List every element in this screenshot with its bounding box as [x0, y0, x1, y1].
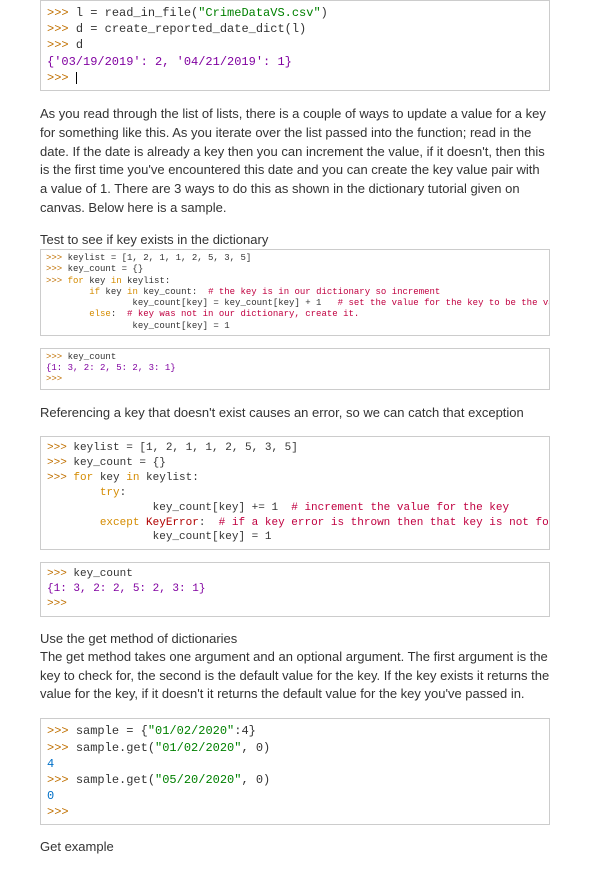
- code-text: key: [93, 472, 126, 484]
- code-text: key_count: [68, 352, 117, 362]
- prompt: >>>: [47, 741, 76, 755]
- code-text: d = create_reported_date_dict(l): [76, 22, 306, 36]
- code-block-6: >>> sample = {"01/02/2020":4} >>> sample…: [40, 718, 550, 825]
- comment: # if a key error is thrown then that key…: [219, 517, 550, 529]
- comment: # the key is in our dictionary so increm…: [208, 287, 440, 297]
- prompt: >>>: [47, 38, 76, 52]
- code-text: :: [120, 487, 127, 499]
- indent: [47, 502, 153, 514]
- prompt: >>>: [47, 6, 76, 20]
- keyword: in: [111, 276, 122, 286]
- code-block-1: >>> l = read_in_file("CrimeDataVS.csv") …: [40, 0, 550, 91]
- keyword: else: [89, 309, 111, 319]
- section-heading: Test to see if key exists in the diction…: [40, 232, 550, 247]
- prompt: >>>: [46, 352, 68, 362]
- code-block-3: >>> key_count {1: 3, 2: 2, 5: 2, 3: 1} >…: [40, 348, 550, 390]
- code-text: key_count:: [138, 287, 208, 297]
- prompt: >>>: [46, 374, 68, 384]
- code-text: key_count: [73, 568, 132, 580]
- code-block-5: >>> key_count {1: 3, 2: 2, 5: 2, 3: 1} >…: [40, 562, 550, 617]
- indent: [46, 287, 89, 297]
- indent: [46, 321, 132, 331]
- prompt: >>>: [46, 276, 68, 286]
- prompt: >>>: [47, 724, 76, 738]
- output-text: {1: 3, 2: 2, 5: 2, 3: 1}: [46, 363, 176, 373]
- prompt: >>>: [47, 71, 76, 85]
- comment: # key was not in our dictionary, create …: [127, 309, 359, 319]
- indent: [47, 487, 100, 499]
- prompt: >>>: [47, 442, 73, 454]
- code-text: :: [199, 517, 219, 529]
- code-block-2: >>> keylist = [1, 2, 1, 1, 2, 5, 3, 5] >…: [40, 249, 550, 336]
- text-cursor: [76, 72, 77, 84]
- code-text: key_count = {}: [73, 457, 165, 469]
- code-text: :: [111, 309, 127, 319]
- code-text: keylist = [1, 2, 1, 1, 2, 5, 3, 5]: [73, 442, 297, 454]
- indent: [47, 531, 153, 543]
- string-literal: "05/20/2020": [155, 773, 241, 787]
- section-heading: Use the get method of dictionaries: [40, 631, 550, 646]
- code-text: key: [84, 276, 111, 286]
- prompt: >>>: [46, 253, 68, 263]
- prompt: >>>: [47, 22, 76, 36]
- keyword: in: [127, 287, 138, 297]
- code-block-4: >>> keylist = [1, 2, 1, 1, 2, 5, 3, 5] >…: [40, 436, 550, 550]
- code-text: key_count[key] = 1: [132, 321, 229, 331]
- string-literal: "01/02/2020": [148, 724, 234, 738]
- string-literal: "CrimeDataVS.csv": [198, 6, 320, 20]
- code-text: keylist = [1, 2, 1, 1, 2, 5, 3, 5]: [68, 253, 252, 263]
- code-text: keylist:: [122, 276, 171, 286]
- code-text: d: [76, 38, 83, 52]
- code-text: :4}: [234, 724, 256, 738]
- indent: [46, 309, 89, 319]
- keyword: except: [100, 517, 140, 529]
- keyword: try: [100, 487, 120, 499]
- output-text: {1: 3, 2: 2, 5: 2, 3: 1}: [47, 583, 205, 595]
- section-heading: Get example: [40, 839, 550, 854]
- comment: # set the value for the key to be the va…: [338, 298, 550, 308]
- paragraph: As you read through the list of lists, t…: [40, 105, 550, 218]
- code-text: l = read_in_file(: [76, 6, 198, 20]
- code-text: , 0): [241, 741, 270, 755]
- output-text: 0: [47, 789, 54, 803]
- exception-name: KeyError: [146, 517, 199, 529]
- indent: [46, 298, 132, 308]
- paragraph: The get method takes one argument and an…: [40, 648, 550, 705]
- output-text: {'03/19/2019': 2, '04/21/2019': 1}: [47, 55, 292, 69]
- paragraph: Referencing a key that doesn't exist cau…: [40, 404, 550, 423]
- indent: [47, 517, 100, 529]
- code-text: key_count[key] += 1: [153, 502, 292, 514]
- prompt: >>>: [47, 805, 69, 819]
- code-text: sample.get(: [76, 741, 155, 755]
- code-text: key: [100, 287, 127, 297]
- string-literal: "01/02/2020": [155, 741, 241, 755]
- document-page: >>> l = read_in_file("CrimeDataVS.csv") …: [0, 0, 590, 876]
- comment: # increment the value for the key: [291, 502, 509, 514]
- code-text: key_count[key] = key_count[key] + 1: [132, 298, 337, 308]
- prompt: >>>: [47, 568, 73, 580]
- code-text: , 0): [241, 773, 270, 787]
- keyword: for: [68, 276, 84, 286]
- code-text: key_count = {}: [68, 264, 144, 274]
- prompt: >>>: [46, 264, 68, 274]
- keyword: in: [126, 472, 139, 484]
- prompt: >>>: [47, 457, 73, 469]
- prompt: >>>: [47, 773, 76, 787]
- prompt: >>>: [47, 472, 73, 484]
- code-text: keylist:: [139, 472, 198, 484]
- code-text: sample = {: [76, 724, 148, 738]
- prompt: >>>: [47, 598, 73, 610]
- code-text: sample.get(: [76, 773, 155, 787]
- keyword: if: [89, 287, 100, 297]
- code-text: key_count[key] = 1: [153, 531, 272, 543]
- code-text: ): [321, 6, 328, 20]
- output-text: 4: [47, 757, 54, 771]
- keyword: for: [73, 472, 93, 484]
